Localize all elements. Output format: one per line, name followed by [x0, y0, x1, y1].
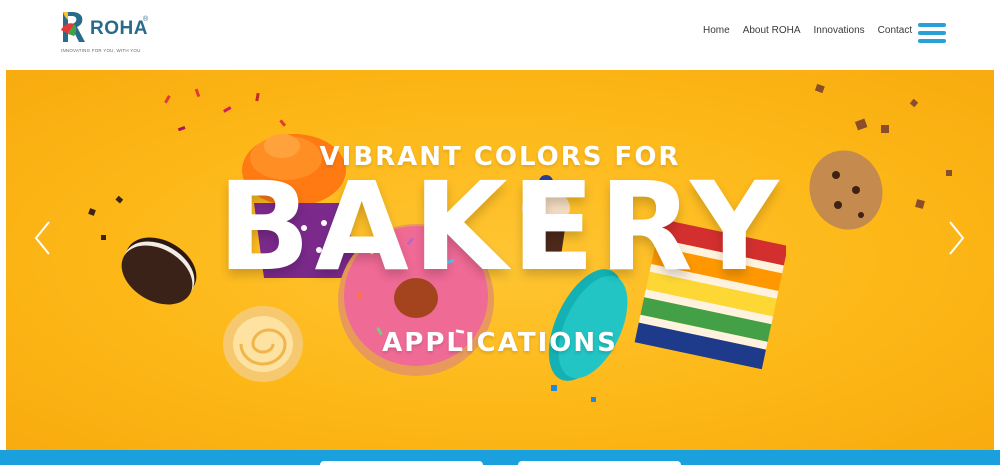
- menu-bar: [918, 39, 946, 43]
- brand-tagline: INNOVATING FOR YOU, WITH YOU: [61, 48, 141, 53]
- site-header: ROHA ® INNOVATING FOR YOU, WITH YOU Home…: [0, 0, 1000, 70]
- nav-home[interactable]: Home: [703, 25, 730, 36]
- cta-button-left[interactable]: [320, 461, 483, 469]
- cta-strip: [0, 450, 1000, 465]
- brand-name: ROHA: [90, 18, 148, 39]
- chevron-right-icon: [949, 221, 965, 255]
- nav-about-roha[interactable]: About ROHA: [743, 25, 801, 36]
- nav-innovations[interactable]: Innovations: [814, 25, 865, 36]
- hero-headline-bottom: APPLICATIONS: [382, 328, 618, 358]
- menu-bar: [918, 31, 946, 35]
- nav-contact[interactable]: Contact: [878, 25, 912, 36]
- hero-slider: VIBRANT COLORS FOR BAKERY APPLICATIONS: [6, 70, 994, 450]
- chevron-left-icon: [34, 221, 50, 255]
- main-nav: Home About ROHA Innovations Contact: [703, 25, 912, 36]
- hero-headline-main: BAKERY: [217, 156, 783, 298]
- hamburger-menu-icon[interactable]: [918, 23, 946, 43]
- roha-logo-mark-icon: [61, 12, 85, 42]
- slider-next-button[interactable]: [946, 218, 968, 258]
- cta-button-right[interactable]: [518, 461, 681, 469]
- menu-bar: [918, 23, 946, 27]
- registered-mark: ®: [143, 16, 149, 23]
- slider-prev-button[interactable]: [31, 218, 53, 258]
- roha-logo[interactable]: ROHA ® INNOVATING FOR YOU, WITH YOU: [60, 8, 170, 58]
